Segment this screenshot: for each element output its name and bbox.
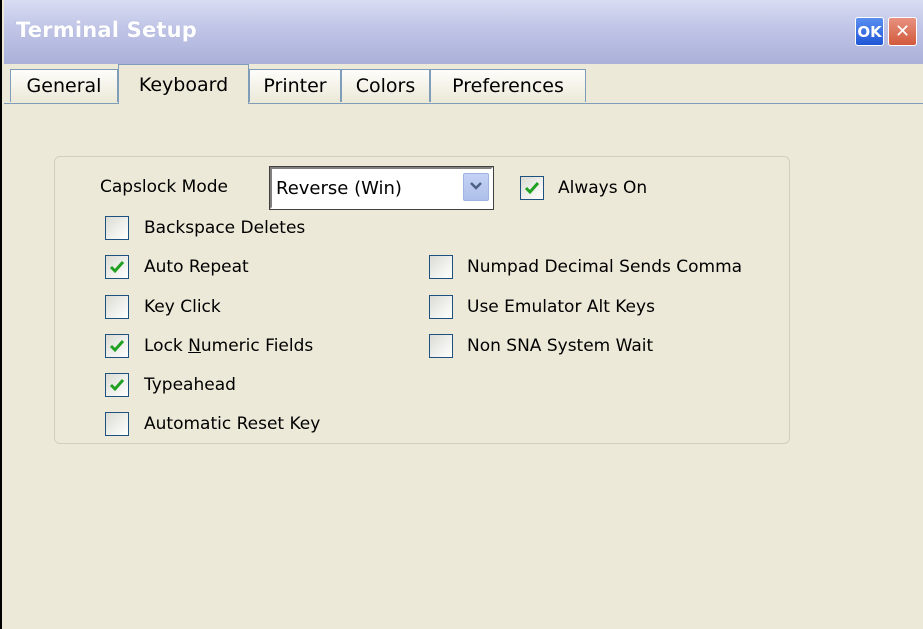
tab-colors[interactable]: Colors xyxy=(341,69,430,102)
automatic-reset-key-checkbox[interactable] xyxy=(105,412,129,436)
lock-numeric-fields-label: Lock Numeric Fields xyxy=(144,336,313,356)
tab-preferences[interactable]: Preferences xyxy=(430,69,586,102)
automatic-reset-key-label: Automatic Reset Key xyxy=(144,414,321,434)
checkmark-icon xyxy=(109,379,125,392)
tab-general[interactable]: General xyxy=(10,69,118,102)
lock-numeric-fields-checkbox[interactable] xyxy=(105,334,129,358)
title-bar: Terminal Setup OK ✕ xyxy=(4,0,923,64)
label-text-post: umeric Fields xyxy=(200,336,314,356)
typeahead-checkbox[interactable] xyxy=(105,373,129,397)
use-emulator-alt-keys-label: Use Emulator Alt Keys xyxy=(467,297,655,317)
use-emulator-alt-keys-checkbox[interactable] xyxy=(429,295,453,319)
key-click-checkbox[interactable] xyxy=(105,295,129,319)
terminal-setup-window: Terminal Setup OK ✕ General Keyboard Pri… xyxy=(0,0,923,629)
tab-keyboard[interactable]: Keyboard xyxy=(118,64,249,104)
tab-label: General xyxy=(26,75,102,97)
label-accelerator: N xyxy=(188,336,201,356)
capslock-mode-value: Reverse (Win) xyxy=(276,178,402,199)
numpad-decimal-sends-comma-checkbox[interactable] xyxy=(429,255,453,279)
backspace-deletes-checkbox[interactable] xyxy=(105,216,129,240)
backspace-deletes-label: Backspace Deletes xyxy=(144,218,306,238)
capslock-mode-label: Capslock Mode xyxy=(100,177,228,197)
typeahead-label: Typeahead xyxy=(144,375,236,395)
numpad-decimal-sends-comma-label: Numpad Decimal Sends Comma xyxy=(467,257,743,277)
checkmark-icon xyxy=(109,261,125,274)
label-text-pre: Lock xyxy=(144,336,189,356)
tab-label: Colors xyxy=(355,75,416,97)
non-sna-system-wait-checkbox[interactable] xyxy=(429,334,453,358)
tab-printer[interactable]: Printer xyxy=(249,69,341,102)
dropdown-button[interactable] xyxy=(463,173,489,201)
ok-button[interactable]: OK xyxy=(855,17,884,46)
non-sna-system-wait-label: Non SNA System Wait xyxy=(467,336,654,356)
checkmark-icon xyxy=(109,340,125,353)
close-icon: ✕ xyxy=(894,21,911,42)
auto-repeat-checkbox[interactable] xyxy=(105,255,129,279)
capslock-mode-select[interactable]: Reverse (Win) xyxy=(269,166,494,210)
window-title: Terminal Setup xyxy=(16,18,198,42)
chevron-down-icon xyxy=(469,179,483,195)
tab-label: Printer xyxy=(263,75,327,97)
tab-strip: General Keyboard Printer Colors Preferen… xyxy=(4,64,923,104)
always-on-checkbox[interactable] xyxy=(520,176,544,200)
tab-label: Keyboard xyxy=(138,73,229,96)
close-button[interactable]: ✕ xyxy=(888,17,917,46)
tab-label: Preferences xyxy=(452,75,564,97)
auto-repeat-label: Auto Repeat xyxy=(144,257,249,277)
key-click-label: Key Click xyxy=(144,297,221,317)
checkmark-icon xyxy=(524,182,540,195)
always-on-label: Always On xyxy=(558,178,648,198)
